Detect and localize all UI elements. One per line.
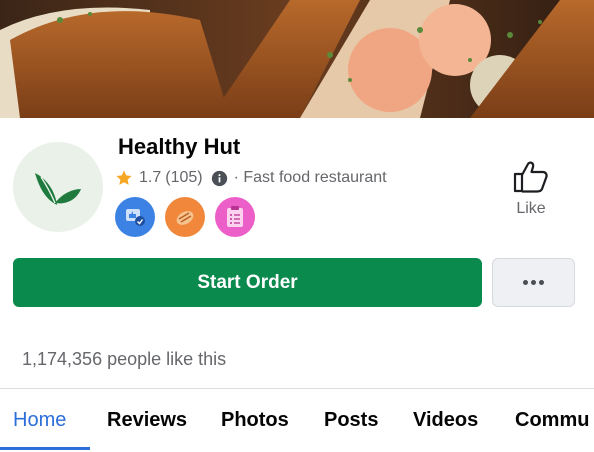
tab-photos[interactable]: Photos: [221, 409, 289, 432]
page-category: · Fast food restaurant: [233, 169, 387, 186]
tab-community[interactable]: Commu: [515, 409, 589, 432]
active-tab-indicator: [0, 447, 90, 450]
tab-reviews[interactable]: Reviews: [107, 409, 187, 432]
leaf-icon: [35, 173, 81, 205]
thumbs-up-icon: [513, 161, 548, 193]
more-icon: [522, 280, 546, 285]
rating-value: 1.7: [139, 169, 162, 186]
clipboard-icon: [227, 206, 243, 227]
more-options-button[interactable]: [492, 258, 575, 307]
page-meta: 1.7 (105) · Fast food restaurant: [115, 168, 387, 188]
thumbs-up-user-icon: [126, 209, 145, 226]
checklist-badge[interactable]: [215, 197, 255, 237]
like-label: Like: [516, 200, 546, 217]
like-button[interactable]: Like: [505, 160, 557, 226]
tab-home[interactable]: Home: [13, 409, 66, 432]
food-badge[interactable]: [165, 197, 205, 237]
page-logo[interactable]: [13, 142, 103, 232]
star-icon: [116, 170, 132, 185]
start-order-button[interactable]: Start Order: [13, 258, 482, 307]
page-tabs: Home Reviews Photos Posts Videos Commu: [0, 389, 594, 452]
likes-count: 1,174,356 people like this: [22, 349, 227, 369]
top-fan-badge[interactable]: [115, 197, 155, 237]
tab-posts[interactable]: Posts: [324, 409, 378, 432]
page-title: Healthy Hut: [118, 134, 241, 159]
badge-row: [115, 197, 255, 237]
bread-icon: [176, 211, 194, 225]
tab-videos[interactable]: Videos: [413, 409, 478, 432]
info-icon[interactable]: [211, 170, 228, 187]
review-count[interactable]: (105): [165, 169, 202, 187]
cover-photo: [0, 0, 594, 118]
